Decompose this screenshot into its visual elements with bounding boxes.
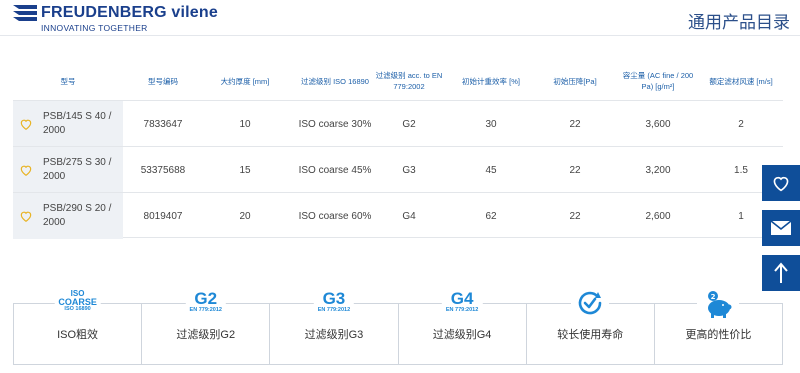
feature-g4: G4 EN 779:2012 过滤级别G4 [399, 290, 527, 364]
badge-sub-text: ISO 16890 [64, 306, 91, 312]
piggy-bank-icon: 2 [708, 291, 732, 318]
badge-sub-text: EN 779:2012 [189, 307, 222, 313]
badge-main-text: COARSE [58, 297, 97, 307]
cell-model: PSB/145 S 40 / 2000 [43, 111, 112, 136]
feature-g2: G2 EN 779:2012 过滤级别G2 [142, 290, 271, 364]
badge-sub-text: EN 779:2012 [317, 307, 351, 313]
long-life-badge [571, 290, 610, 321]
cell-pressure: 22 [569, 210, 581, 222]
cell-efficiency: 45 [485, 164, 497, 176]
column-header-code: 型号编码 [148, 76, 178, 86]
feature-label: ISO粗效 [57, 329, 99, 341]
feature-iso-coarse: ISO COARSE ISO 16890 ISO粗效 [14, 290, 143, 364]
heart-icon[interactable] [19, 117, 33, 131]
feature-label: 过滤级别G3 [304, 329, 364, 341]
cell-efficiency: 62 [485, 210, 497, 222]
feature-label: 更高的性价比 [685, 329, 752, 341]
page-title: 通用产品目录 [688, 13, 790, 32]
feature-label: 较长使用寿命 [557, 329, 624, 341]
cell-capacity: 2,600 [645, 210, 671, 222]
logo-tagline: INNOVATING TOGETHER [41, 23, 148, 33]
column-header-velocity: 额定滤材风速 [m/s] [709, 76, 773, 86]
badge-sub-text: EN 779:2012 [445, 307, 479, 313]
iso-coarse-badge: ISO COARSE ISO 16890 [54, 290, 101, 313]
cell-thickness: 10 [239, 118, 251, 130]
clock-check-icon [578, 291, 602, 315]
cell-code: 53375688 [140, 164, 186, 176]
cell-capacity: 3,600 [645, 118, 671, 130]
badge-main-text: G3 [322, 289, 346, 308]
feature-bar: ISO COARSE ISO 16890 ISO粗效 G2 EN 779:201… [13, 290, 783, 365]
feature-label: 过滤级别G2 [176, 329, 236, 341]
heart-icon[interactable] [19, 209, 33, 223]
mail-icon [770, 220, 792, 235]
cell-en: G4 [402, 210, 416, 222]
cell-efficiency: 30 [485, 118, 497, 130]
column-header-capacity: 容尘量 (AC fine / 200 Pa) [g/m²] [622, 71, 694, 91]
piggy-bank-number: 2 [711, 293, 716, 301]
cell-velocity: 2 [738, 118, 744, 130]
heart-icon[interactable] [19, 163, 33, 177]
cell-en: G3 [402, 164, 416, 176]
cell-code: 7833647 [143, 118, 183, 130]
g2-badge: G2 EN 779:2012 [185, 289, 226, 314]
cell-pressure: 22 [569, 164, 581, 176]
back-to-top-button[interactable] [762, 255, 800, 291]
cell-thickness: 20 [239, 210, 251, 222]
column-header-thickness: 大约厚度 [mm] [220, 76, 270, 86]
feature-g3: G3 EN 779:2012 过滤级别G3 [270, 290, 399, 364]
cell-en: G2 [402, 118, 416, 130]
table-header: 型号 型号编码 大约厚度 [mm] 过滤级别 ISO 16890 过滤级别 ac… [13, 62, 783, 100]
column-header-en: 过滤级别 acc. to EN 779:2002 [375, 71, 443, 91]
column-header-iso: 过滤级别 ISO 16890 [301, 76, 369, 86]
contact-email-button[interactable] [762, 210, 800, 246]
cell-iso: ISO coarse 45% [298, 164, 372, 176]
cost-performance-badge: 2 [697, 290, 740, 323]
product-table: 型号 型号编码 大约厚度 [mm] 过滤级别 ISO 16890 过滤级别 ac… [13, 62, 783, 239]
freudenberg-logo[interactable]: FREUDENBERG vilene INNOVATING TOGETHER [13, 4, 218, 34]
logo-name: FREUDENBERG vilene [41, 4, 218, 21]
cell-capacity: 3,200 [645, 164, 671, 176]
column-header-pressure: 初始压降[Pa] [553, 76, 597, 86]
cell-model: PSB/275 S 30 / 2000 [43, 157, 112, 182]
g3-badge: G3 EN 779:2012 [313, 289, 355, 314]
logo-flag-icon [13, 5, 37, 21]
cell-iso: ISO coarse 30% [298, 118, 372, 130]
page-header: FREUDENBERG vilene INNOVATING TOGETHER 通… [0, 0, 800, 36]
table-row: PSB/275 S 30 / 2000 53375688 15 ISO coar… [13, 146, 783, 193]
arrow-up-icon [774, 262, 788, 283]
badge-main-text: G4 [450, 289, 474, 308]
badge-main-text: G2 [194, 289, 218, 308]
column-header-efficiency: 初始计重效率 [%] [462, 76, 520, 86]
table-row: PSB/290 S 20 / 2000 8019407 20 ISO coars… [13, 192, 783, 239]
feature-label: 过滤级别G4 [432, 329, 492, 341]
feature-cost-performance: 2 更高的性价比 [655, 290, 782, 364]
column-header-model: 型号 [60, 76, 76, 86]
cell-model: PSB/290 S 20 / 2000 [43, 203, 112, 228]
cell-code: 8019407 [143, 210, 183, 222]
feature-long-life: 较长使用寿命 [527, 290, 655, 364]
table-row: PSB/145 S 40 / 2000 7833647 10 ISO coars… [13, 100, 783, 147]
g4-badge: G4 EN 779:2012 [441, 289, 483, 314]
cell-thickness: 15 [239, 164, 251, 176]
cell-pressure: 22 [569, 118, 581, 130]
heart-icon [773, 176, 789, 192]
favorites-button[interactable] [762, 165, 800, 201]
cell-iso: ISO coarse 60% [298, 210, 372, 222]
